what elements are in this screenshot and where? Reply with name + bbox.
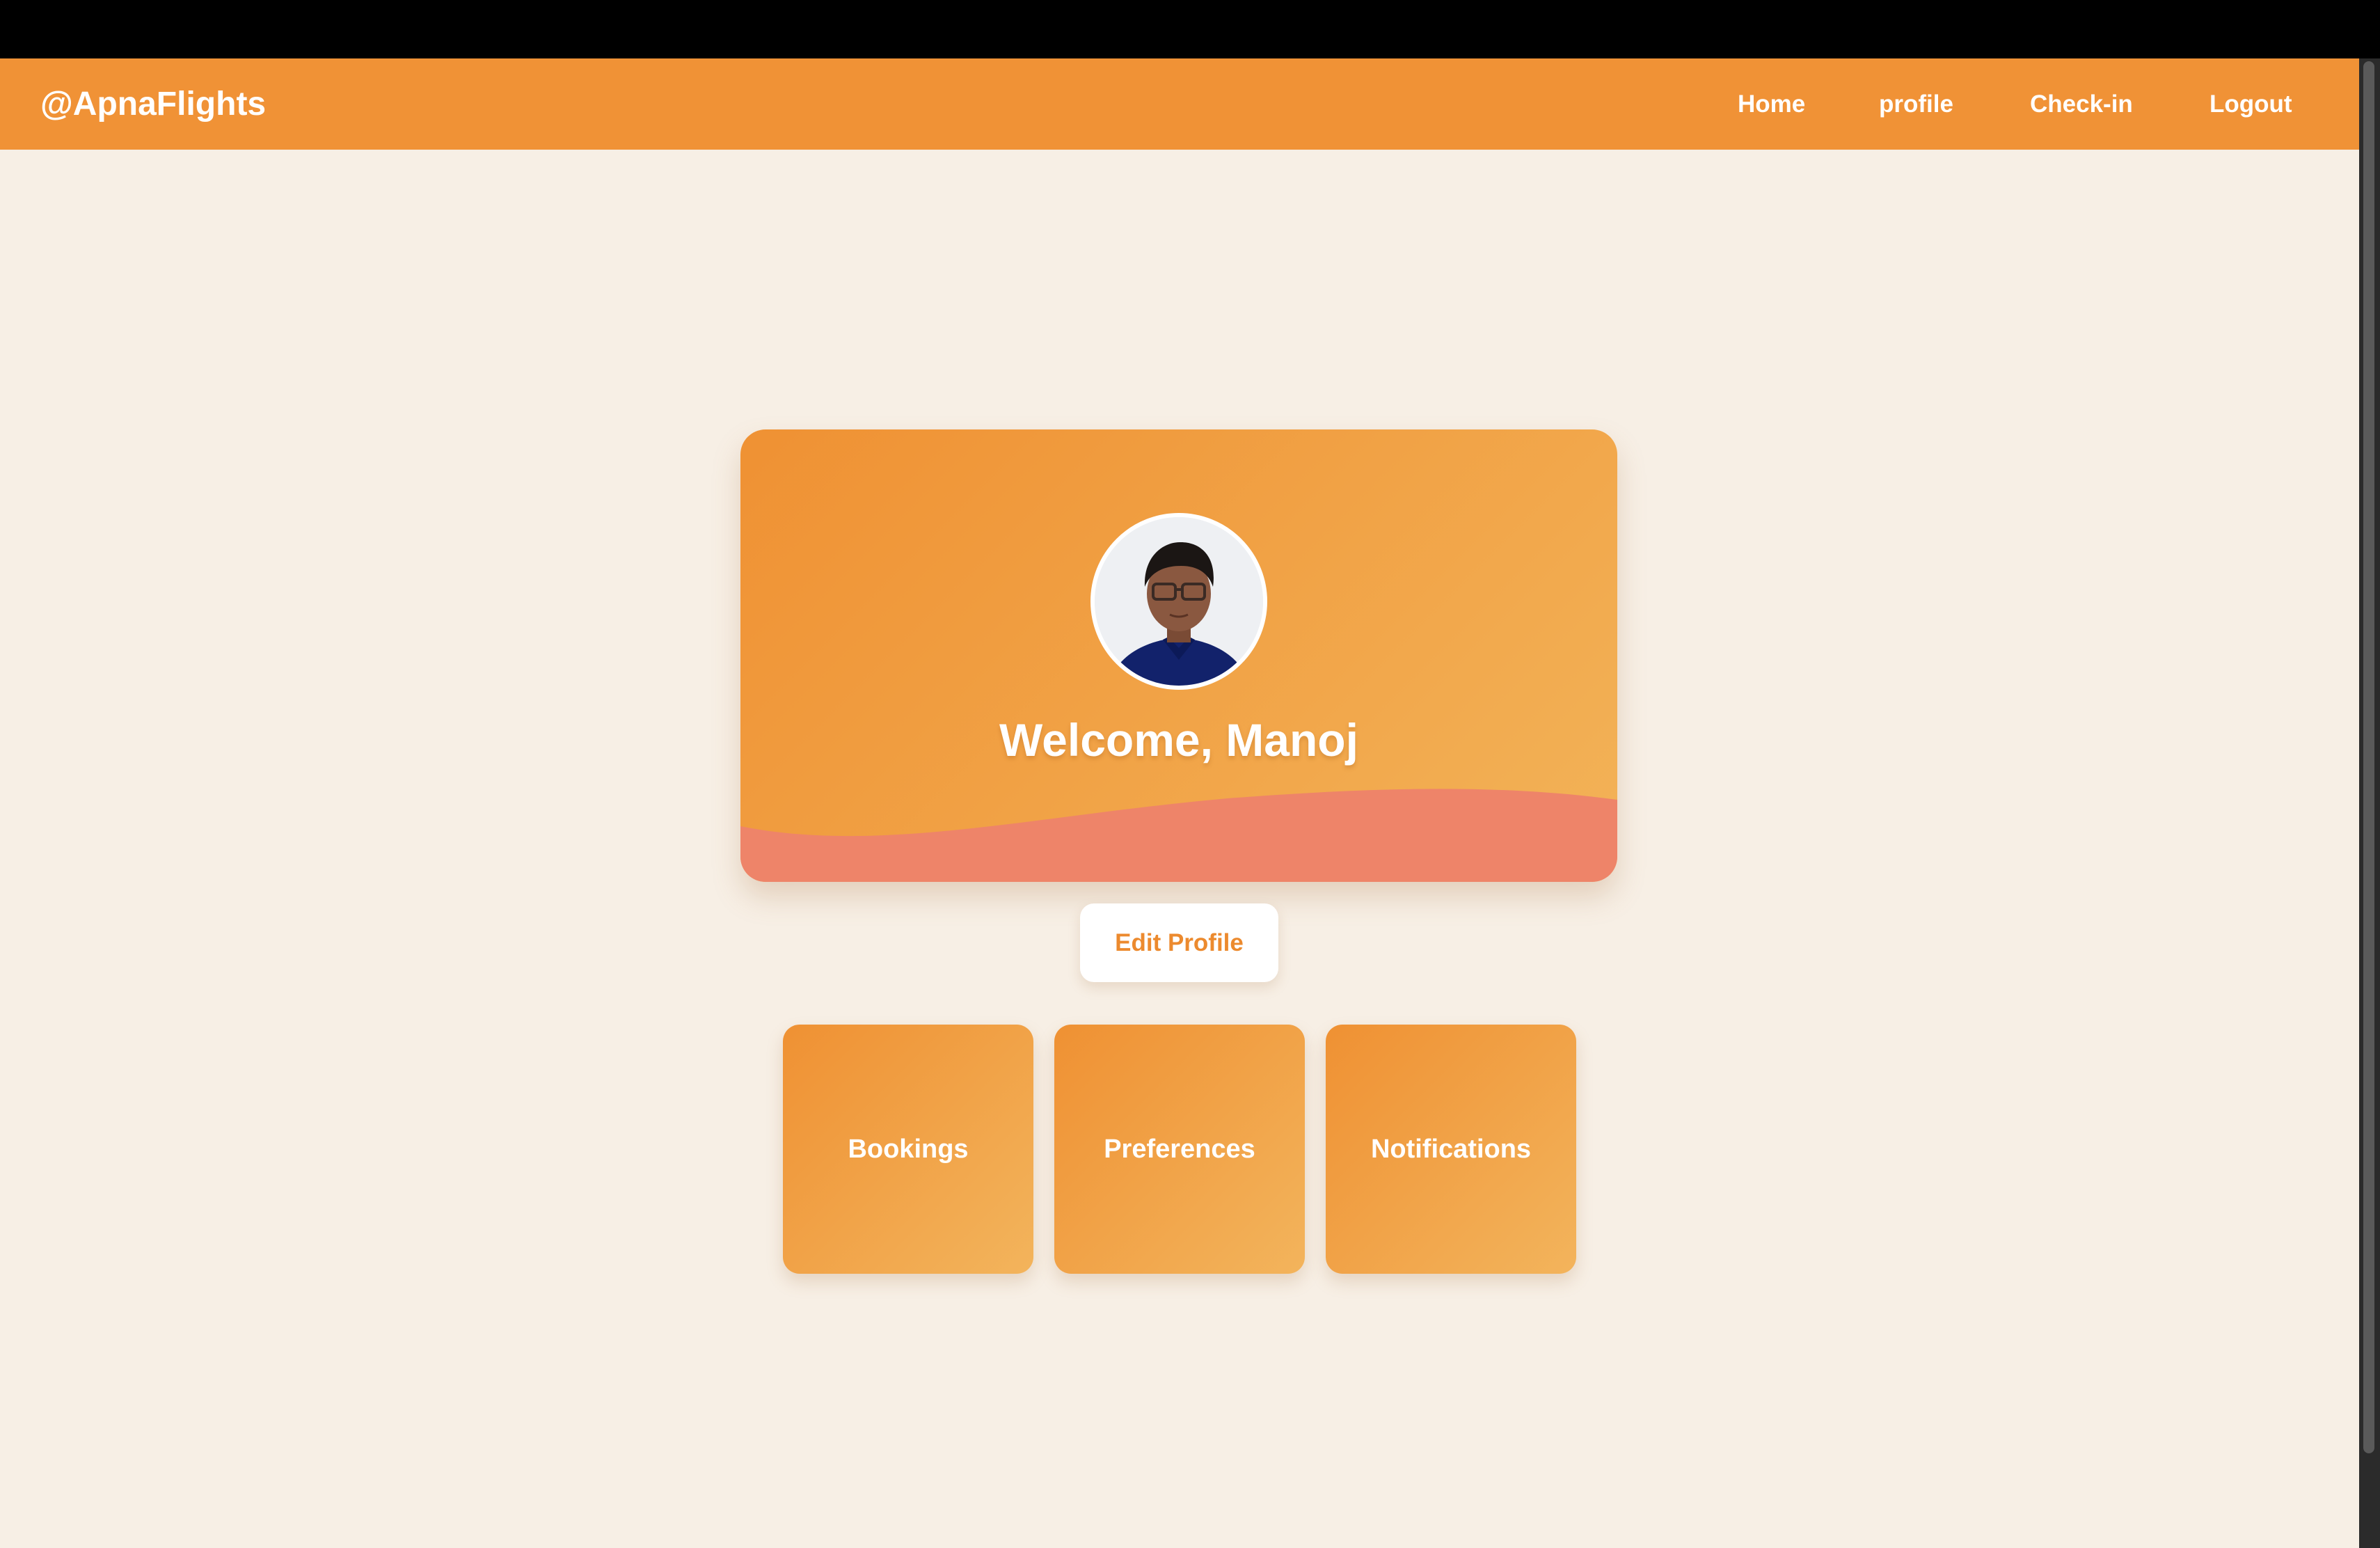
navbar: @ApnaFlights	[0, 58, 2359, 150]
window-top-bar	[0, 0, 2380, 58]
brand-logo[interactable]: @ApnaFlights	[40, 58, 266, 150]
preferences-tile[interactable]: Preferences	[1054, 1025, 1305, 1274]
edit-profile-button[interactable]: Edit Profile	[1080, 903, 1278, 982]
profile-card: Welcome, Manoj	[740, 429, 1617, 882]
bookings-tile[interactable]: Bookings	[783, 1025, 1033, 1274]
notifications-tile[interactable]: Notifications	[1326, 1025, 1576, 1274]
nav-profile-link[interactable]: profile	[1879, 58, 1953, 150]
nav-logout-link[interactable]: Logout	[2210, 58, 2292, 150]
avatar	[1090, 513, 1267, 690]
nav-checkin-link[interactable]: Check-in	[2030, 58, 2133, 150]
scrollbar-thumb[interactable]	[2363, 61, 2374, 1453]
welcome-heading: Welcome, Manoj	[999, 714, 1358, 766]
nav-home-link[interactable]: Home	[1738, 58, 1805, 150]
avatar-portrait-icon	[1095, 517, 1263, 686]
